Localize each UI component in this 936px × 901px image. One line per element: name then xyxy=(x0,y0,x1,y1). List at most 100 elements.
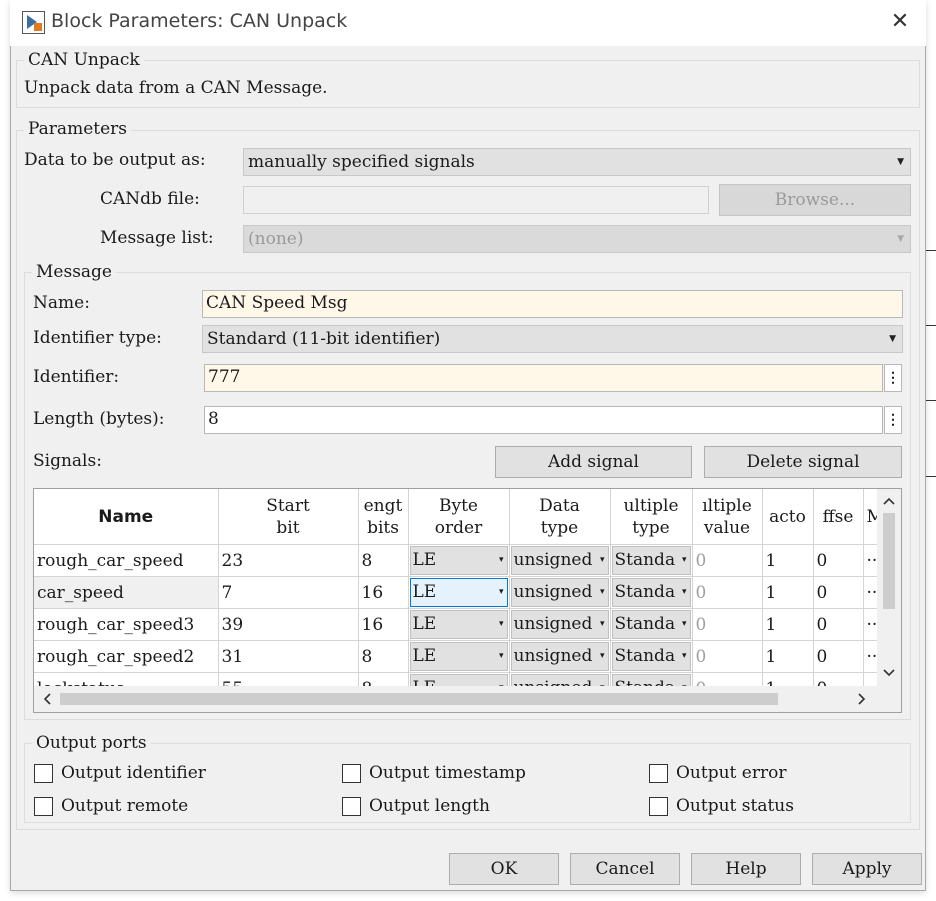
signal-data-type-cell[interactable]: unsigned▾ xyxy=(509,576,611,609)
apply-button[interactable]: Apply xyxy=(812,853,922,885)
vertical-scrollbar[interactable] xyxy=(877,489,901,686)
signal-data-type-cell[interactable]: unsigned▾ xyxy=(509,608,611,641)
byte-order-dropdown[interactable]: LE▾ xyxy=(409,642,508,671)
vertical-scroll-thumb[interactable] xyxy=(883,513,895,609)
column-header-length[interactable]: engt bits xyxy=(358,489,409,545)
signal-name-cell[interactable]: car_speed xyxy=(34,576,219,609)
column-header-multiplex-type[interactable]: ultiple type xyxy=(610,489,693,545)
byte-order-dropdown[interactable]: LE▾ xyxy=(409,546,508,575)
multiplex-type-dropdown[interactable]: Standa▾ xyxy=(611,610,691,639)
data-type-dropdown[interactable]: unsigned▾ xyxy=(510,610,609,639)
signal-multiplex-type-cell[interactable]: Standa▾ xyxy=(610,640,693,673)
output-remote-checkbox[interactable] xyxy=(34,797,53,816)
signal-name-cell[interactable]: rough_car_speed3 xyxy=(34,608,219,641)
signal-offset-cell[interactable]: 0 xyxy=(813,544,864,577)
signal-row[interactable]: lockstatus558LE▾unsigned▾Standa▾010·· xyxy=(34,672,877,686)
horizontal-scrollbar[interactable] xyxy=(34,686,877,712)
scroll-right-icon[interactable] xyxy=(851,689,871,709)
length-input[interactable]: 8 xyxy=(204,406,883,434)
signal-byte-order-cell[interactable]: LE▾ xyxy=(408,576,510,609)
signal-multiplex-type-cell[interactable]: Standa▾ xyxy=(610,672,693,686)
signal-multiplex-type-cell[interactable]: Standa▾ xyxy=(610,608,693,641)
signal-data-type-cell[interactable]: unsigned▾ xyxy=(509,672,611,686)
help-button[interactable]: Help xyxy=(691,853,801,885)
scroll-down-icon[interactable] xyxy=(881,663,897,683)
signal-length-cell[interactable]: 8 xyxy=(358,544,409,577)
more-options-icon[interactable]: ⋮ xyxy=(884,364,902,392)
ok-button[interactable]: OK xyxy=(449,853,559,885)
output-identifier-checkbox[interactable] xyxy=(34,764,53,783)
data-type-dropdown[interactable]: unsigned▾ xyxy=(510,642,609,671)
signal-factor-cell[interactable]: 1 xyxy=(762,672,814,686)
horizontal-scroll-thumb[interactable] xyxy=(60,693,778,705)
multiplex-type-dropdown[interactable]: Standa▾ xyxy=(611,546,691,575)
signal-name-cell[interactable]: rough_car_speed2 xyxy=(34,640,219,673)
multiplex-type-dropdown[interactable]: Standa▾ xyxy=(611,578,691,607)
signal-data-type-cell[interactable]: unsigned▾ xyxy=(509,544,611,577)
identifier-type-dropdown[interactable]: Standard (11-bit identifier) ▼ xyxy=(202,325,903,353)
signal-length-cell[interactable]: 16 xyxy=(358,576,409,609)
identifier-input[interactable]: 777 xyxy=(204,364,883,392)
signal-factor-cell[interactable]: 1 xyxy=(762,608,814,641)
scroll-up-icon[interactable] xyxy=(881,491,897,511)
signal-length-cell[interactable]: 16 xyxy=(358,608,409,641)
signal-row[interactable]: rough_car_speed2 31 8 LE ▾ unsigned ▾ Standa ▾ 0 1… xyxy=(34,640,877,673)
signal-offset-cell[interactable]: 0 xyxy=(813,576,864,609)
signal-row[interactable]: rough_car_speed 23 8 LE ▾ unsigned ▾ Standa ▾ 0 1 0… xyxy=(34,544,877,577)
output-error-checkbox[interactable] xyxy=(649,764,668,783)
output-as-dropdown[interactable]: manually specified signals ▼ xyxy=(243,148,911,176)
multiplex-type-dropdown[interactable]: Standa▾ xyxy=(611,674,691,686)
signal-byte-order-cell[interactable]: LE▾ xyxy=(408,640,510,673)
signal-start-bit-cell[interactable]: 7 xyxy=(218,576,359,609)
scroll-left-icon[interactable] xyxy=(38,689,58,709)
signal-multiplex-type-cell[interactable]: Standa▾ xyxy=(610,544,693,577)
signal-offset-cell[interactable]: 0 xyxy=(813,608,864,641)
output-status-checkbox[interactable] xyxy=(649,797,668,816)
output-timestamp-label[interactable]: Output timestamp xyxy=(369,763,526,783)
signal-multiplex-type-cell[interactable]: Standa▾ xyxy=(610,576,693,609)
signal-factor-cell[interactable]: 1 xyxy=(762,576,814,609)
byte-order-dropdown[interactable]: LE▾ xyxy=(409,610,508,639)
signal-offset-cell[interactable]: 0 xyxy=(813,640,864,673)
signal-more-cell[interactable]: ·· xyxy=(863,640,877,673)
cancel-button[interactable]: Cancel xyxy=(570,853,680,885)
output-length-checkbox[interactable] xyxy=(342,797,361,816)
signal-start-bit-cell[interactable]: 31 xyxy=(218,640,359,673)
signal-more-cell[interactable]: ·· xyxy=(863,576,877,609)
column-header-data-type[interactable]: Data type xyxy=(509,489,611,545)
signal-row[interactable]: rough_car_speed3 39 16 LE ▾ unsigned ▾ Standa ▾ 0… xyxy=(34,608,877,641)
signal-more-cell[interactable]: ·· xyxy=(863,544,877,577)
column-header-offset[interactable]: ffse xyxy=(813,489,864,545)
data-type-dropdown[interactable]: unsigned▾ xyxy=(510,578,609,607)
add-signal-button[interactable]: Add signal xyxy=(495,446,692,478)
column-header-factor[interactable]: acto xyxy=(762,489,814,545)
delete-signal-button[interactable]: Delete signal xyxy=(704,446,902,478)
column-header-byte-order[interactable]: Byte order xyxy=(408,489,510,545)
output-length-label[interactable]: Output length xyxy=(369,796,490,816)
byte-order-dropdown[interactable]: LE▾ xyxy=(409,674,508,686)
output-error-label[interactable]: Output error xyxy=(676,763,786,783)
signal-length-cell[interactable]: 8 xyxy=(358,672,409,686)
name-input[interactable]: CAN Speed Msg xyxy=(202,290,903,318)
data-type-dropdown[interactable]: unsigned▾ xyxy=(510,674,609,686)
signal-factor-cell[interactable]: 1 xyxy=(762,640,814,673)
signal-more-cell[interactable]: ·· xyxy=(863,608,877,641)
data-type-dropdown[interactable]: unsigned▾ xyxy=(510,546,609,575)
signal-start-bit-cell[interactable]: 55 xyxy=(218,672,359,686)
column-header-name[interactable]: Name xyxy=(34,489,219,545)
signal-name-cell[interactable]: lockstatus xyxy=(34,672,219,686)
signal-name-cell[interactable]: rough_car_speed xyxy=(34,544,219,577)
output-identifier-label[interactable]: Output identifier xyxy=(61,763,206,783)
signal-byte-order-cell[interactable]: LE▾ xyxy=(408,672,510,686)
signal-start-bit-cell[interactable]: 39 xyxy=(218,608,359,641)
column-header-multiplex-value[interactable]: ıltiple value xyxy=(692,489,763,545)
signal-start-bit-cell[interactable]: 23 xyxy=(218,544,359,577)
close-icon[interactable]: ✕ xyxy=(888,9,912,35)
column-header-min[interactable]: Mi xyxy=(863,489,877,545)
signal-factor-cell[interactable]: 1 xyxy=(762,544,814,577)
multiplex-type-dropdown[interactable]: Standa▾ xyxy=(611,642,691,671)
signal-length-cell[interactable]: 8 xyxy=(358,640,409,673)
output-status-label[interactable]: Output status xyxy=(676,796,794,816)
signal-more-cell[interactable]: ·· xyxy=(863,672,877,686)
output-remote-label[interactable]: Output remote xyxy=(61,796,188,816)
